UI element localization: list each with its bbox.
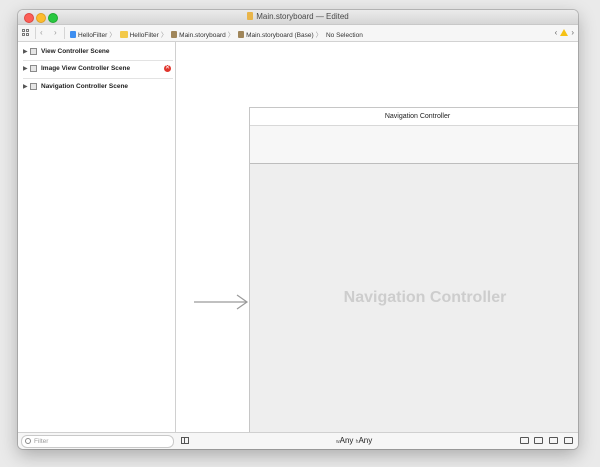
- navigation-controller-scene[interactable]: Navigation Controller Navigation Control…: [249, 107, 578, 444]
- scene-navigation-controller[interactable]: ▶ Navigation Controller Scene: [18, 80, 175, 95]
- window-title-container: Main.storyboard — Edited: [18, 12, 578, 21]
- breadcrumb: HelloFilter 〉 HelloFilter 〉 Main.storyboar…: [70, 29, 365, 39]
- breadcrumb-base[interactable]: Main.storyboard (Base) 〉: [238, 29, 322, 39]
- forward-icon[interactable]: ›: [54, 28, 57, 37]
- filter-input[interactable]: [34, 436, 164, 446]
- storyboard-icon: [238, 31, 245, 38]
- folder-icon: [119, 31, 128, 38]
- storyboard-canvas[interactable]: Navigation Controller Navigation Control…: [176, 42, 578, 444]
- disclosure-triangle-icon[interactable]: ▶: [23, 48, 28, 55]
- initial-view-controller-arrow-icon: [194, 294, 249, 310]
- scene-image-view-controller[interactable]: ▶ Image View Controller Scene ✕: [18, 62, 175, 77]
- disclosure-triangle-icon[interactable]: ▶: [23, 65, 28, 72]
- warning-icon[interactable]: [560, 29, 569, 36]
- resolve-issues-icon[interactable]: [564, 437, 573, 444]
- document-outline: ▶ View Controller Scene ▶ Image View Con…: [18, 42, 176, 432]
- outline-filter[interactable]: [21, 435, 174, 448]
- xcode-window: Main.storyboard — Edited ‹ › HelloFilter…: [18, 10, 578, 449]
- navigation-bar[interactable]: [250, 126, 578, 164]
- storyboard-doc-icon: [247, 12, 254, 20]
- error-icon[interactable]: ✕: [164, 65, 171, 72]
- window-title: Main.storyboard — Edited: [256, 12, 349, 21]
- show-outline-toggle-icon[interactable]: [181, 437, 189, 444]
- filter-icon: [25, 438, 31, 444]
- grid-icon[interactable]: [22, 29, 30, 37]
- bottom-bar: wAny hAny: [18, 432, 578, 449]
- divider: [64, 27, 65, 39]
- pin-icon[interactable]: [549, 437, 558, 444]
- breadcrumb-project[interactable]: HelloFilter 〉: [70, 29, 116, 39]
- back-icon[interactable]: ‹: [40, 28, 43, 37]
- scene-body: Navigation Controller: [250, 164, 578, 443]
- scene-view-controller[interactable]: ▶ View Controller Scene: [18, 45, 175, 60]
- divider: [23, 78, 173, 79]
- scene-icon: [30, 83, 37, 90]
- breadcrumb-storyboard[interactable]: Main.storyboard 〉: [171, 29, 234, 39]
- stack-icon[interactable]: [520, 437, 529, 444]
- scene-title: Navigation Controller: [250, 108, 578, 126]
- disclosure-triangle-icon[interactable]: ▶: [23, 83, 28, 90]
- prev-issue-icon[interactable]: ‹: [555, 28, 558, 37]
- swift-file-icon: [70, 31, 76, 38]
- next-issue-icon[interactable]: ›: [571, 28, 574, 37]
- breadcrumb-selection[interactable]: No Selection: [326, 32, 363, 39]
- breadcrumb-group[interactable]: HelloFilter 〉: [119, 29, 167, 39]
- divider: [35, 27, 36, 39]
- size-class-control[interactable]: wAny hAny: [336, 436, 372, 445]
- divider: [23, 60, 173, 61]
- issue-nav: ‹ ›: [555, 28, 574, 37]
- scene-placeholder-label: Navigation Controller: [343, 289, 507, 306]
- jump-bar: ‹ › HelloFilter 〉 HelloFilter 〉 Main.story…: [18, 25, 578, 42]
- scene-icon: [30, 48, 37, 55]
- scene-icon: [30, 65, 37, 72]
- storyboard-icon: [171, 31, 178, 38]
- title-bar: Main.storyboard — Edited: [18, 10, 578, 25]
- align-icon[interactable]: [534, 437, 543, 444]
